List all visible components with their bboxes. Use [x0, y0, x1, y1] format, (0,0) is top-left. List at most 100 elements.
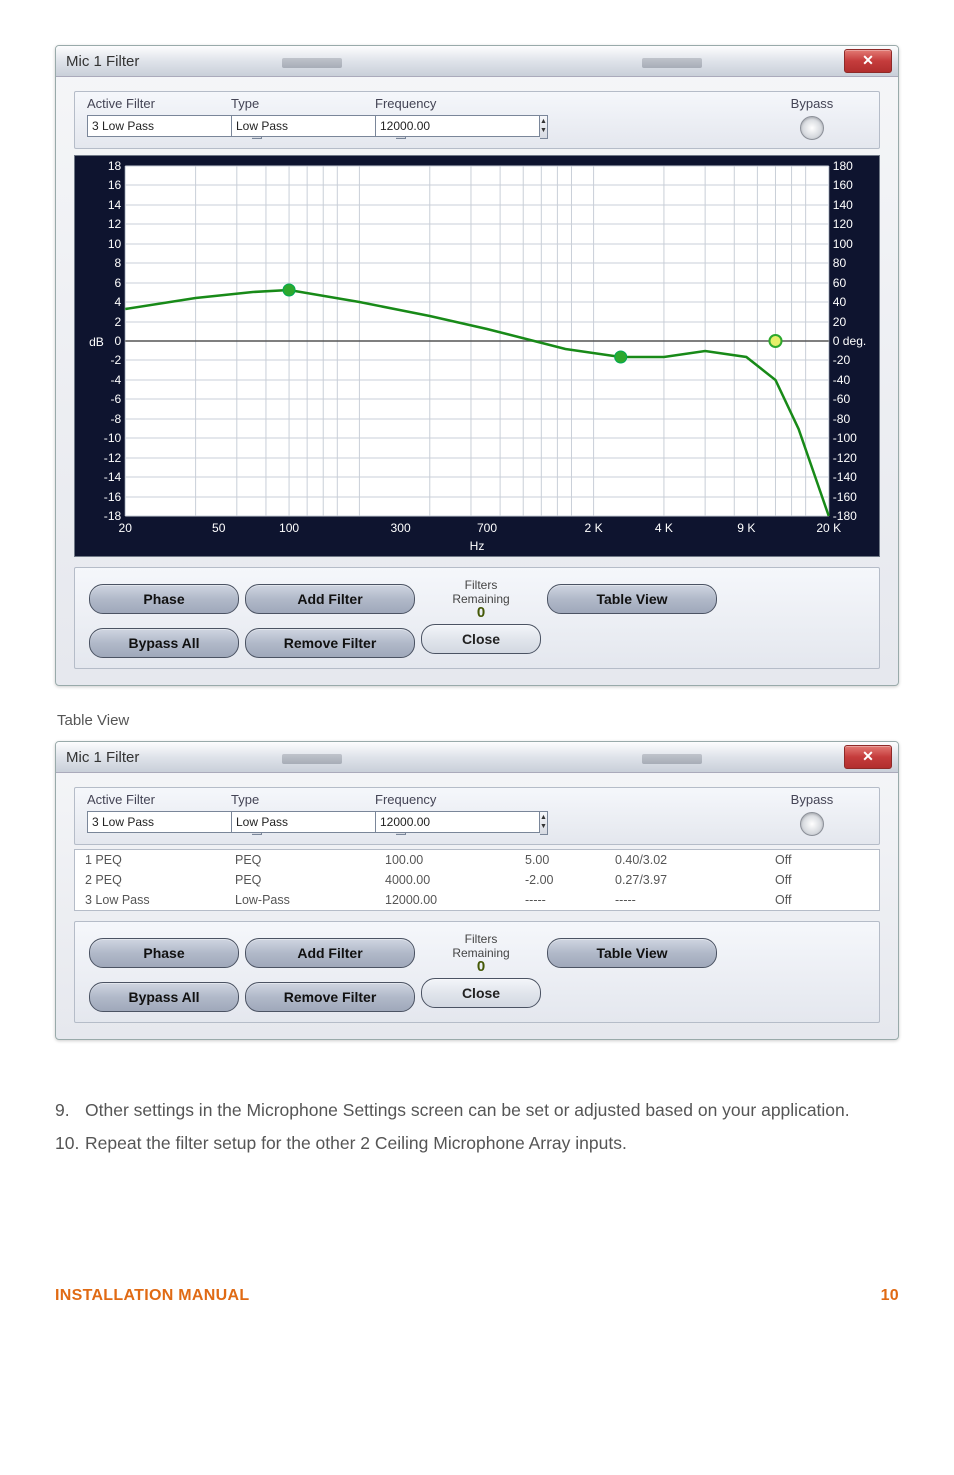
top-controls: Active Filter Type Frequency Bypass ▼ ▼ …	[74, 787, 880, 845]
table-row[interactable]: 2 PEQPEQ4000.00-2.000.27/3.97Off	[75, 870, 879, 890]
svg-text:300: 300	[391, 521, 411, 535]
phase-button[interactable]: Phase	[89, 584, 239, 614]
bypass-label: Bypass	[757, 792, 867, 807]
close-icon[interactable]: ✕	[844, 49, 892, 73]
frequency-label: Frequency	[375, 792, 515, 807]
filters-remaining: Filters Remaining 0	[421, 578, 541, 620]
filter-graph[interactable]: 18 16 14 12 10 8 6 4 2 0 -2 -4 -6 -8 -10 -12 -14 -16…	[74, 155, 880, 557]
svg-text:-12: -12	[104, 451, 122, 465]
svg-text:-100: -100	[833, 431, 857, 445]
bypass-toggle[interactable]	[800, 116, 824, 140]
filters-remaining: Filters Remaining 0	[421, 932, 541, 974]
svg-text:20: 20	[119, 521, 133, 535]
svg-text:60: 60	[833, 276, 847, 290]
frequency-spinner[interactable]: ▲▼	[375, 811, 475, 835]
frequency-label: Frequency	[375, 96, 515, 111]
filter-dialog-graph: Mic 1 Filter ✕ Active Filter Type Freque…	[55, 45, 899, 686]
close-button[interactable]: Close	[421, 978, 541, 1008]
table-row[interactable]: 3 Low PassLow-Pass12000.00----------Off	[75, 890, 879, 910]
svg-text:20: 20	[833, 315, 847, 329]
svg-text:9 K: 9 K	[737, 521, 755, 535]
svg-text:50: 50	[212, 521, 226, 535]
svg-text:140: 140	[833, 198, 853, 212]
svg-text:8: 8	[115, 256, 122, 270]
svg-text:-8: -8	[111, 412, 122, 426]
svg-text:700: 700	[477, 521, 497, 535]
list-item: 10. Repeat the filter setup for the othe…	[55, 1131, 899, 1156]
svg-text:-20: -20	[833, 353, 851, 367]
type-select[interactable]: ▼	[231, 811, 351, 835]
svg-text:dB: dB	[89, 335, 104, 349]
svg-text:-16: -16	[104, 490, 122, 504]
list-item: 9. Other settings in the Microphone Sett…	[55, 1098, 899, 1123]
svg-text:2 K: 2 K	[585, 521, 603, 535]
active-filter-select[interactable]: ▼	[87, 115, 207, 139]
svg-text:18: 18	[108, 159, 122, 173]
svg-text:-140: -140	[833, 470, 857, 484]
svg-text:-6: -6	[111, 392, 122, 406]
svg-text:4 K: 4 K	[655, 521, 673, 535]
bypass-all-button[interactable]: Bypass All	[89, 628, 239, 658]
type-label: Type	[231, 96, 371, 111]
close-icon[interactable]: ✕	[844, 745, 892, 769]
active-filter-label: Active Filter	[87, 792, 227, 807]
bypass-label: Bypass	[757, 96, 867, 111]
window-title: Mic 1 Filter	[66, 53, 139, 70]
footer-controls: Phase Add Filter Filters Remaining 0 Tab…	[74, 921, 880, 1023]
page-footer: INSTALLATION MANUAL 10	[55, 1287, 899, 1305]
svg-text:-10: -10	[104, 431, 122, 445]
svg-text:120: 120	[833, 217, 853, 231]
add-filter-button[interactable]: Add Filter	[245, 584, 415, 614]
footer-title: INSTALLATION MANUAL	[55, 1287, 249, 1305]
svg-text:0: 0	[115, 334, 122, 348]
svg-text:-120: -120	[833, 451, 857, 465]
svg-text:-60: -60	[833, 392, 851, 406]
svg-text:180: 180	[833, 159, 853, 173]
remove-filter-button[interactable]: Remove Filter	[245, 982, 415, 1012]
svg-text:6: 6	[115, 276, 122, 290]
type-select[interactable]: ▼	[231, 115, 351, 139]
svg-text:100: 100	[279, 521, 299, 535]
spinner-buttons[interactable]: ▲▼	[540, 115, 548, 139]
bypass-toggle[interactable]	[800, 812, 824, 836]
svg-text:2: 2	[115, 315, 122, 329]
table-view-button[interactable]: Table View	[547, 938, 717, 968]
footer-controls: Phase Add Filter Filters Remaining 0 Tab…	[74, 567, 880, 669]
svg-text:16: 16	[108, 178, 122, 192]
add-filter-button[interactable]: Add Filter	[245, 938, 415, 968]
page-number: 10	[881, 1287, 899, 1305]
filter-table: 1 PEQPEQ100.005.000.40/3.02Off2 PEQPEQ40…	[74, 849, 880, 911]
svg-text:80: 80	[833, 256, 847, 270]
svg-text:40: 40	[833, 295, 847, 309]
svg-text:20 K: 20 K	[816, 521, 841, 535]
svg-text:14: 14	[108, 198, 122, 212]
svg-text:-40: -40	[833, 373, 851, 387]
svg-text:0 deg.: 0 deg.	[833, 334, 867, 348]
svg-text:-160: -160	[833, 490, 857, 504]
table-view-heading: Table View	[57, 712, 899, 729]
remove-filter-button[interactable]: Remove Filter	[245, 628, 415, 658]
svg-text:10: 10	[108, 237, 122, 251]
svg-text:160: 160	[833, 178, 853, 192]
frequency-spinner[interactable]: ▲▼	[375, 115, 475, 139]
svg-text:-2: -2	[111, 353, 122, 367]
table-view-button[interactable]: Table View	[547, 584, 717, 614]
svg-text:Hz: Hz	[470, 539, 485, 553]
svg-text:4: 4	[115, 295, 122, 309]
bypass-all-button[interactable]: Bypass All	[89, 982, 239, 1012]
svg-text:100: 100	[833, 237, 853, 251]
svg-text:-80: -80	[833, 412, 851, 426]
table-row[interactable]: 1 PEQPEQ100.005.000.40/3.02Off	[75, 850, 879, 870]
svg-text:-14: -14	[104, 470, 122, 484]
type-label: Type	[231, 792, 371, 807]
svg-text:-4: -4	[111, 373, 122, 387]
top-controls: Active Filter Type Frequency Bypass ▼ ▼	[74, 91, 880, 149]
active-filter-select[interactable]: ▼	[87, 811, 207, 835]
phase-button[interactable]: Phase	[89, 938, 239, 968]
titlebar[interactable]: Mic 1 Filter ✕	[56, 46, 898, 77]
svg-text:12: 12	[108, 217, 122, 231]
window-title: Mic 1 Filter	[66, 749, 139, 766]
spinner-buttons[interactable]: ▲▼	[540, 811, 548, 835]
close-button[interactable]: Close	[421, 624, 541, 654]
titlebar[interactable]: Mic 1 Filter ✕	[56, 742, 898, 773]
